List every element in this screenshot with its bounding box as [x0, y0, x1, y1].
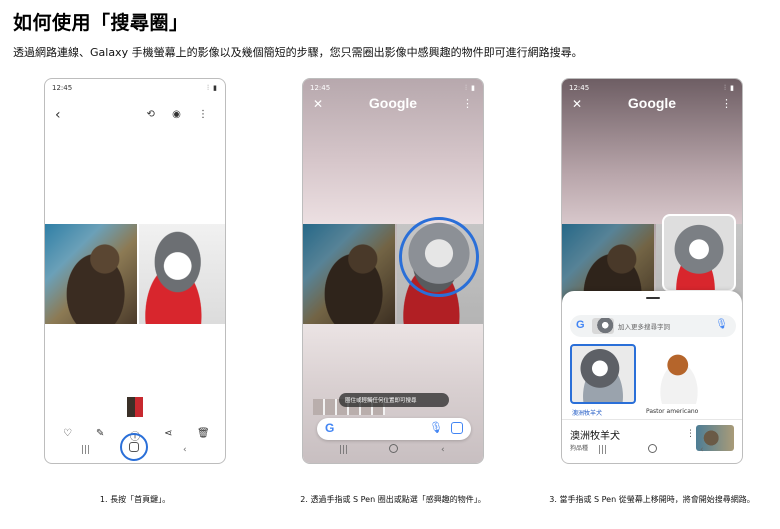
page-description: 透過網路連線、Galaxy 手機螢幕上的影像以及幾個簡短的步驟，您只需圈出影像中… — [13, 46, 583, 59]
recents-icon[interactable]: ||| — [598, 445, 607, 455]
google-logo: Google — [368, 95, 418, 111]
phone-step-1: 12:45 ⫶ ▮ ‹ ⟲ ◉ ⋮ ♡ ✎ ⓘ ⋖ 🗑 ||| ‹ — [44, 78, 226, 464]
results-sheet: G 加入更多搜尋字詞 🎙 澳洲牧羊犬 Pastor americano 澳洲牧羊… — [562, 291, 742, 463]
back-icon[interactable]: ‹ — [55, 107, 61, 123]
edit-icon[interactable]: ✎ — [96, 428, 104, 439]
nav-back-icon[interactable]: ‹ — [441, 445, 445, 455]
thumbnail-strip[interactable] — [127, 397, 143, 417]
step-caption: 1. 長按「首頁鍵」。 — [99, 495, 171, 504]
share-icon[interactable]: ⋖ — [164, 428, 172, 439]
cat-image — [45, 224, 137, 324]
result-label[interactable]: 澳洲牧羊犬 — [572, 408, 602, 417]
result-card[interactable] — [648, 344, 710, 404]
google-logo: Google — [627, 95, 677, 111]
status-icons: ⫶ ▮ — [207, 84, 218, 92]
lens-icon[interactable] — [451, 422, 463, 434]
gallery-photo — [45, 224, 225, 324]
home-icon[interactable] — [648, 444, 657, 453]
crop-selection[interactable] — [662, 214, 736, 292]
google-g-icon: G — [576, 319, 585, 331]
query-thumbnail — [592, 318, 614, 334]
result-card[interactable] — [570, 344, 636, 404]
result-title[interactable]: 澳洲牧羊犬 — [570, 427, 620, 442]
delete-icon[interactable]: 🗑 — [197, 428, 210, 439]
google-header: ✕ Google ⋮ — [562, 95, 742, 117]
nav-bar: ||| ‹ — [303, 444, 483, 459]
result-label[interactable]: Pastor americano — [646, 408, 698, 415]
mic-icon[interactable]: 🎙 — [715, 319, 728, 330]
search-placeholder[interactable]: 加入更多搜尋字詞 — [618, 321, 670, 331]
toolbar-icons[interactable]: ⟲ ◉ ⋮ — [147, 109, 215, 120]
google-search-bar[interactable]: G 🎙 — [317, 418, 471, 440]
mic-icon[interactable]: 🎙 — [429, 421, 443, 434]
hint-toast: 圈住或輕觸任何位置即可搜尋 — [339, 393, 449, 407]
gallery-toolbar: ‹ ⟲ ◉ ⋮ — [45, 105, 225, 125]
status-bar: 12:45 ⫶ ▮ — [45, 79, 225, 97]
nav-back-icon[interactable]: ‹ — [183, 445, 187, 455]
divider — [562, 419, 742, 420]
recents-icon[interactable]: ||| — [81, 445, 90, 455]
circle-selection[interactable] — [399, 217, 479, 297]
more-icon[interactable]: ⋮ — [462, 97, 473, 110]
step-caption: 2. 透過手指或 S Pen 圈出或點選「感興趣的物件」。 — [300, 495, 486, 504]
google-g-icon: G — [325, 421, 335, 435]
more-icon[interactable]: ⋮ — [721, 97, 732, 110]
result-more-icon[interactable]: ⋮ — [686, 429, 695, 439]
nav-bar: ||| ‹ — [562, 444, 742, 459]
search-bar[interactable]: G 加入更多搜尋字詞 🎙 — [570, 315, 736, 337]
favorite-icon[interactable]: ♡ — [63, 428, 72, 439]
google-header: ✕ Google ⋮ — [303, 95, 483, 117]
status-time: 12:45 — [52, 84, 73, 92]
page-title: 如何使用「搜尋圈」 — [13, 12, 189, 34]
phone-step-3: 12:45 ⫶ ▮ ✕ Google ⋮ G 加入更多搜尋字詞 🎙 澳洲牧羊犬 … — [561, 78, 743, 464]
sheet-handle[interactable] — [646, 297, 660, 299]
nav-bar: ||| ‹ — [45, 445, 225, 459]
step-caption: 3. 當手指或 S Pen 從螢幕上移開時，將會開始搜尋網路。 — [549, 495, 755, 504]
nav-back-icon[interactable]: ‹ — [700, 445, 704, 455]
dog-image — [139, 224, 225, 324]
recents-icon[interactable]: ||| — [339, 445, 348, 455]
home-icon[interactable] — [389, 444, 398, 453]
phone-step-2: 12:45 ⫶ ▮ ✕ Google ⋮ 圈住或輕觸任何位置即可搜尋 G 🎙 |… — [302, 78, 484, 464]
